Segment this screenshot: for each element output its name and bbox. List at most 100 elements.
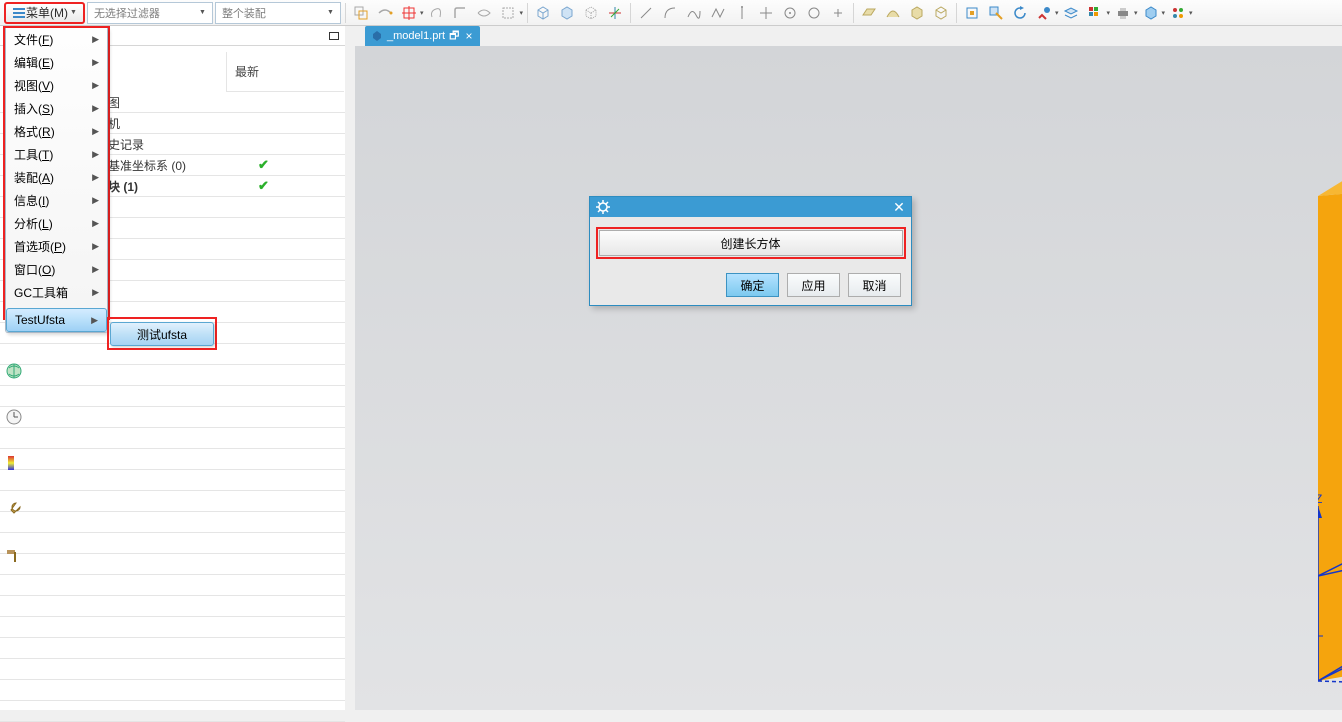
grid-menu-icon[interactable] [1084,2,1106,24]
main-toolbar: 菜单(M) ▼ 无选择过滤器 ▼ 整个装配 ▼ ▾ ▾ ▾ ▾ ▾ ▾ [0,0,1342,26]
menu-item-insert[interactable]: 插入(S)▶ [6,97,107,120]
brush-drop[interactable]: ▾ [1057,9,1059,17]
view-fit-icon[interactable] [961,2,983,24]
tree-column-header: 最新 [226,52,344,92]
chevron-down-icon: ▼ [199,9,206,16]
separator [527,3,528,23]
grid-drop[interactable]: ▾ [1108,9,1110,17]
menu-button[interactable]: 菜单(M) ▼ [4,2,85,24]
polyline-icon[interactable] [707,2,729,24]
spline-icon[interactable] [683,2,705,24]
tool-icon-2[interactable] [374,2,396,24]
palette-icon[interactable] [1167,2,1189,24]
hammer-icon[interactable] [3,544,25,566]
document-tab[interactable]: _model1.prt 🗗 × [365,26,480,46]
chevron-down-icon: ▼ [70,9,77,16]
tab-modified-icon: 🗗 [449,27,459,46]
circle-icon[interactable] [779,2,801,24]
scope-combo[interactable]: 整个装配 ▼ [215,2,341,24]
box-tool-icon[interactable] [1140,2,1162,24]
menu-item-assembly[interactable]: 装配(A)▶ [6,166,107,189]
create-box-dialog: ✕ 创建长方体 确定 应用 取消 [589,196,912,306]
filter-combo-text: 无选择过滤器 [94,5,160,21]
menu-item-info[interactable]: 信息(I)▶ [6,189,107,212]
separator [630,3,631,23]
tool-icon-7[interactable] [497,2,519,24]
3d-canvas[interactable]: Z Y X [355,46,1342,710]
main-menu-dropdown: 文件(F)▶ 编辑(E)▶ 视图(V)▶ 插入(S)▶ 格式(R)▶ 工具(T)… [5,28,108,333]
close-icon[interactable]: × [465,29,472,43]
tool-icon-6[interactable] [473,2,495,24]
main-button-highlight-annotation: 创建长方体 [596,227,906,259]
dialog-footer: 确定 应用 取消 [598,273,903,297]
palette-drop[interactable]: ▾ [1191,9,1193,17]
chevron-down-icon: ▼ [327,9,334,16]
cube-icon-1[interactable] [532,2,554,24]
svg-text:Z: Z [1318,492,1322,506]
menu-icon [12,6,26,20]
circle2-icon[interactable] [803,2,825,24]
tool-icon-5[interactable] [449,2,471,24]
wrench-icon[interactable] [3,498,25,520]
box-drop[interactable]: ▾ [1164,9,1166,17]
cube-icon-2[interactable] [556,2,578,24]
arc-icon[interactable] [659,2,681,24]
menu-item-format[interactable]: 格式(R)▶ [6,120,107,143]
check-icon: ✔ [258,157,269,173]
apply-button[interactable]: 应用 [787,273,840,297]
curve-surf-icon[interactable] [882,2,904,24]
submenu-testufsta[interactable]: 测试ufsta [110,322,214,346]
layers-icon[interactable] [1060,2,1082,24]
tool-icon-3-drop[interactable]: ▾ [422,9,424,17]
tool-icon-7-drop[interactable]: ▾ [521,9,523,17]
gradient-icon[interactable] [3,452,25,474]
maximize-icon[interactable] [329,32,339,40]
part-icon [371,30,383,42]
shell-icon[interactable] [930,2,952,24]
view-zoom-icon[interactable] [985,2,1007,24]
print-icon[interactable] [1112,2,1134,24]
gear-icon [596,200,610,214]
line-icon[interactable] [635,2,657,24]
menu-item-view[interactable]: 视图(V)▶ [6,74,107,97]
tool-icon-1[interactable] [350,2,372,24]
menu-item-file[interactable]: 文件(F)▶ [6,28,107,51]
vline-icon[interactable] [731,2,753,24]
viewport: _model1.prt 🗗 × Z [355,26,1342,710]
create-box-button[interactable]: 创建长方体 [599,230,903,256]
document-tab-bar: _model1.prt 🗗 × [355,26,1342,46]
scope-combo-text: 整个装配 [222,5,266,21]
clock-icon[interactable] [3,406,25,428]
plane-icon[interactable] [858,2,880,24]
cancel-button[interactable]: 取消 [848,273,901,297]
separator [853,3,854,23]
separator [345,3,346,23]
menu-item-prefs[interactable]: 首选项(P)▶ [6,235,107,258]
refresh-icon[interactable] [1009,2,1031,24]
separator [956,3,957,23]
point-icon[interactable] [755,2,777,24]
tab-label: _model1.prt [387,30,445,42]
print-drop[interactable]: ▾ [1136,9,1138,17]
globe-icon[interactable] [3,360,25,382]
filter-combo[interactable]: 无选择过滤器 ▼ [87,2,213,24]
menu-item-edit[interactable]: 编辑(E)▶ [6,51,107,74]
axis-icon[interactable] [604,2,626,24]
cube-wire-icon[interactable] [580,2,602,24]
menu-button-label: 菜单(M) [26,4,68,21]
brush-icon[interactable] [1033,2,1055,24]
menu-item-tools[interactable]: 工具(T)▶ [6,143,107,166]
menu-item-analysis[interactable]: 分析(L)▶ [6,212,107,235]
tool-icon-4[interactable] [425,2,447,24]
left-icon-strip [3,360,27,566]
dialog-titlebar[interactable]: ✕ [590,197,911,217]
tool-icon-3[interactable] [398,2,420,24]
menu-item-window[interactable]: 窗口(O)▶ [6,258,107,281]
solid-icon[interactable] [906,2,928,24]
ok-button[interactable]: 确定 [726,273,779,297]
menu-item-gctoolbox[interactable]: GC工具箱▶ [6,281,107,304]
close-icon[interactable]: ✕ [891,199,907,215]
menu-item-testufsta[interactable]: TestUfsta▶ [6,308,107,332]
check-icon: ✔ [258,178,269,194]
plus-icon[interactable] [827,2,849,24]
